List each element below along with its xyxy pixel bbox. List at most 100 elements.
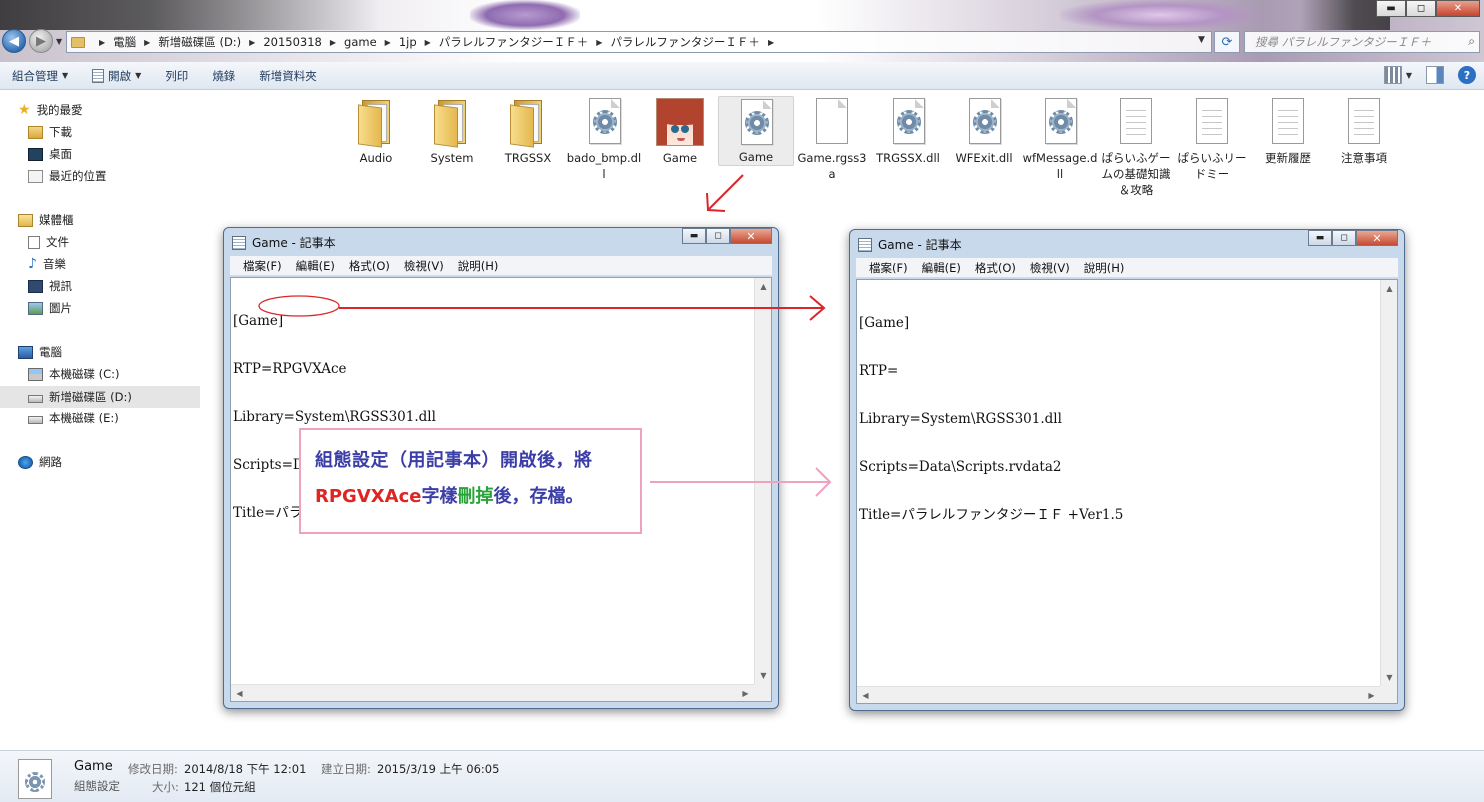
callout-highlight-term: RPGVXAce [315,486,422,507]
chevron-down-icon[interactable]: ▼ [1406,71,1412,80]
breadcrumb-item[interactable]: 電腦 [113,34,136,50]
file-item[interactable]: Game [642,98,718,166]
text-editor[interactable]: [Game] RTP= Library=System\RGSS301.dll S… [856,279,1398,704]
file-item[interactable]: TRGSSX [490,98,566,166]
sidebar-item-libraries[interactable]: 媒體櫃 [18,212,74,228]
file-item[interactable]: bado_bmp.dll [566,98,642,182]
organize-button[interactable]: 組合管理 ▼ [0,62,80,90]
file-item[interactable]: Game.rgss3a [794,98,870,182]
chevron-right-icon[interactable]: ▶ [99,38,105,47]
refresh-button[interactable]: ⟳ [1214,31,1240,53]
file-item-selected[interactable]: Game [718,96,794,166]
resize-grip[interactable] [1380,686,1397,703]
chevron-right-icon[interactable]: ▶ [330,38,336,47]
sidebar-item-pictures[interactable]: 圖片 [28,300,72,316]
chevron-right-icon[interactable]: ▶ [768,38,774,47]
forward-button[interactable]: ▶ [29,29,53,53]
scroll-up-icon[interactable]: ▲ [1381,280,1398,297]
scroll-right-icon[interactable]: ▶ [1363,687,1380,704]
open-button[interactable]: 開啟 ▼ [80,62,153,90]
menu-file[interactable]: 檔案(F) [236,258,289,274]
horizontal-scrollbar[interactable]: ◀ ▶ [857,686,1380,703]
scroll-up-icon[interactable]: ▲ [755,278,772,295]
vertical-scrollbar[interactable]: ▲ ▼ [1380,280,1397,686]
file-item[interactable]: ぱらいふリードミー [1174,98,1250,182]
address-bar[interactable]: ▶ 電腦 ▶ 新增磁碟區 (D:) ▶ 20150318 ▶ game ▶ 1j… [66,31,1212,53]
sidebar-item-drive-d[interactable]: 新增磁碟區 (D:) [0,386,200,408]
chevron-right-icon[interactable]: ▶ [144,38,150,47]
resize-grip[interactable] [754,684,771,701]
sidebar-item-music[interactable]: ♪ 音樂 [28,256,66,272]
breadcrumb-item[interactable]: game [344,35,377,49]
file-item[interactable]: ぱらいふゲームの基礎知識＆攻略 [1098,98,1174,198]
menu-edit[interactable]: 編輯(E) [915,260,968,276]
menu-format[interactable]: 格式(O) [342,258,397,274]
file-item[interactable]: 注意事項 [1326,98,1402,166]
file-label: WFExit.dll [955,151,1013,165]
file-item[interactable]: TRGSSX.dll [870,98,946,166]
menu-help[interactable]: 說明(H) [1077,260,1132,276]
sidebar-item-favorites[interactable]: ★ 我的最愛 [18,102,83,118]
menu-view[interactable]: 檢視(V) [1023,260,1077,276]
file-item[interactable]: WFExit.dll [946,98,1022,166]
sidebar-item-network[interactable]: 網路 [18,454,62,470]
menu-format[interactable]: 格式(O) [968,260,1023,276]
back-button[interactable]: ◀ [2,29,26,53]
sidebar-item-drive-e[interactable]: 本機磁碟 (E:) [28,410,119,426]
menu-file[interactable]: 檔案(F) [862,260,915,276]
menu-view[interactable]: 檢視(V) [397,258,451,274]
file-item[interactable]: wfMessage.dll [1022,98,1098,182]
history-dropdown-icon[interactable]: ▼ [56,37,62,46]
sidebar-item-desktop[interactable]: 桌面 [28,146,72,162]
minimize-button[interactable]: ▬ [682,228,706,244]
breadcrumb-item[interactable]: パラレルファンタジーＩＦ＋ [439,34,589,50]
search-input[interactable]: 搜尋 パラレルファンタジーＩＦ＋ ⌕ [1244,31,1480,53]
scroll-down-icon[interactable]: ▼ [755,667,772,684]
new-folder-button[interactable]: 新增資料夾 [247,62,329,90]
maximize-button[interactable]: ◻ [1332,230,1356,246]
maximize-button[interactable]: ◻ [706,228,730,244]
scroll-down-icon[interactable]: ▼ [1381,669,1398,686]
chevron-right-icon[interactable]: ▶ [249,38,255,47]
sidebar-item-downloads[interactable]: 下載 [28,124,72,140]
chevron-right-icon[interactable]: ▶ [385,38,391,47]
menu-edit[interactable]: 編輯(E) [289,258,342,274]
menu-help[interactable]: 說明(H) [451,258,506,274]
dll-file-icon [585,98,623,146]
sidebar-item-recent[interactable]: 最近的位置 [28,168,107,184]
chevron-right-icon[interactable]: ▶ [596,38,602,47]
file-item[interactable]: Audio [338,98,414,166]
close-button[interactable]: ✕ [1356,230,1398,246]
notepad-icon [92,68,105,83]
text-file-icon [1270,98,1306,146]
sidebar-item-documents[interactable]: 文件 [28,234,69,250]
maximize-button[interactable]: ◻ [1406,0,1436,17]
breadcrumb-item[interactable]: 20150318 [263,35,322,49]
sidebar-item-videos[interactable]: 視訊 [28,278,72,294]
chevron-right-icon[interactable]: ▶ [425,38,431,47]
scroll-left-icon[interactable]: ◀ [857,687,874,704]
scroll-left-icon[interactable]: ◀ [231,685,248,702]
burn-button[interactable]: 燒錄 [200,62,247,90]
breadcrumb-item[interactable]: パラレルファンタジーＩＦ＋ [610,34,760,50]
file-item[interactable]: 更新履歴 [1250,98,1326,166]
close-button[interactable]: ✕ [1436,0,1480,17]
horizontal-scrollbar[interactable]: ◀ ▶ [231,684,754,701]
close-button[interactable]: ✕ [730,228,772,244]
change-view-icon[interactable] [1383,66,1402,84]
sidebar-item-computer[interactable]: 電腦 [18,344,62,360]
print-button[interactable]: 列印 [153,62,200,90]
help-icon[interactable]: ? [1458,66,1476,84]
minimize-button[interactable]: ▬ [1308,230,1332,246]
preview-pane-icon[interactable] [1426,66,1444,84]
breadcrumb-item[interactable]: 1jp [399,35,417,49]
sidebar-item-drive-c[interactable]: 本機磁碟 (C:) [28,366,120,382]
folder-icon [434,100,470,148]
vertical-scrollbar[interactable]: ▲ ▼ [754,278,771,684]
breadcrumb-item[interactable]: 新增磁碟區 (D:) [158,34,241,50]
minimize-button[interactable]: ▬ [1376,0,1406,17]
address-dropdown-icon[interactable]: ▼ [1198,35,1205,45]
file-item[interactable]: System [414,98,490,166]
search-icon[interactable]: ⌕ [1468,34,1475,49]
scroll-right-icon[interactable]: ▶ [737,685,754,702]
